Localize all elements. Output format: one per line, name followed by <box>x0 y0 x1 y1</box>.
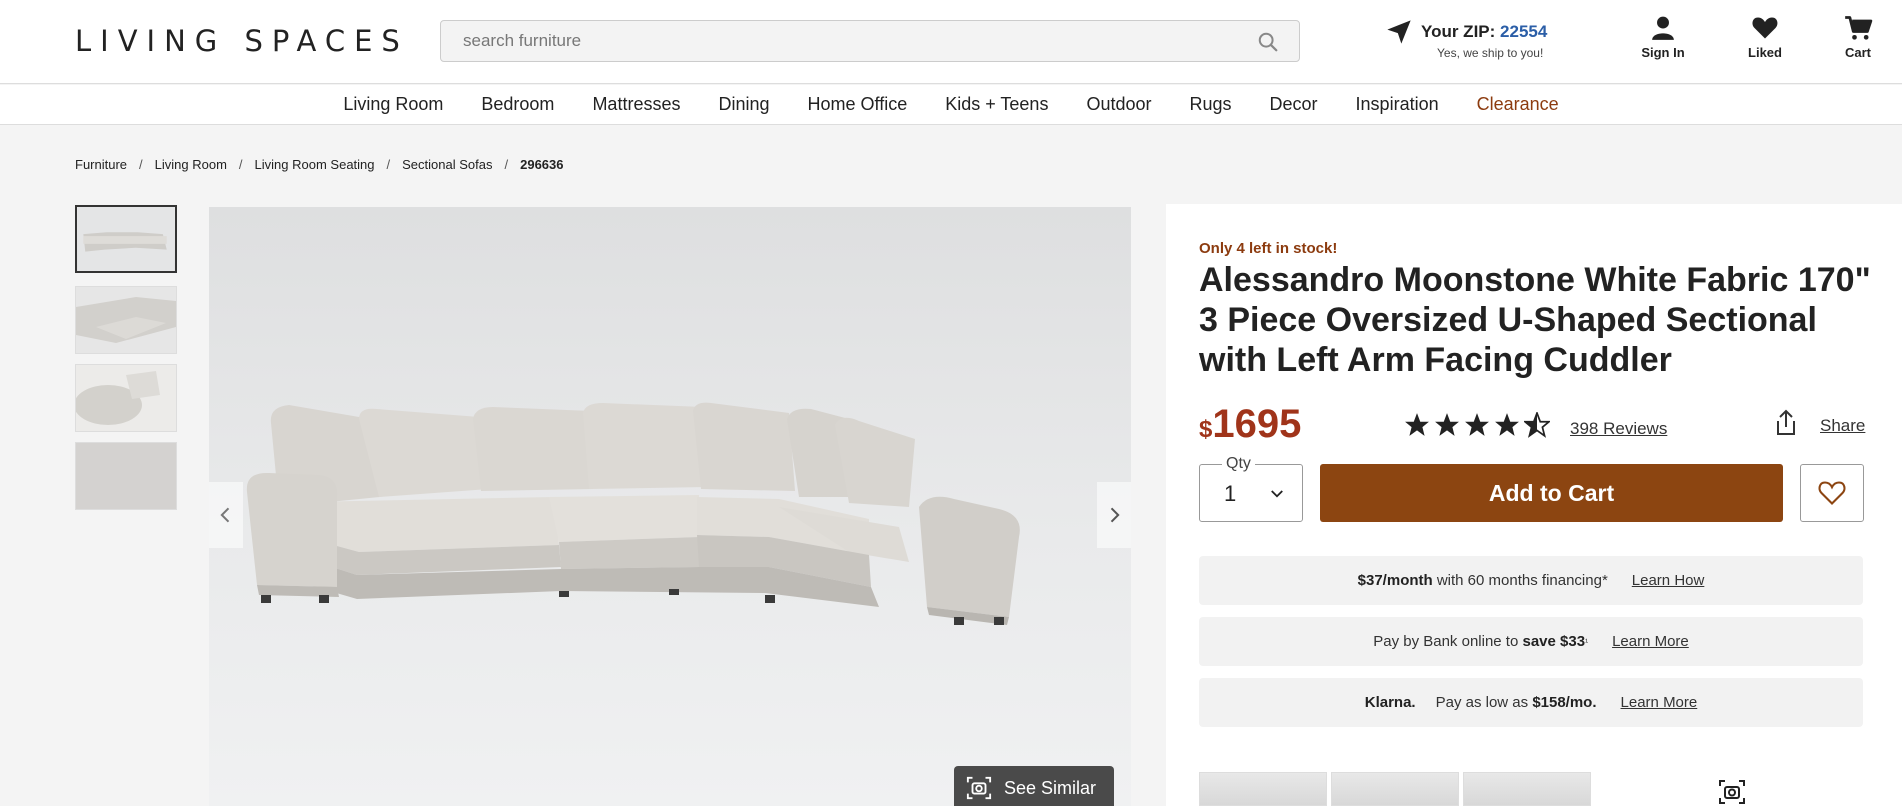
search-icon[interactable] <box>1257 31 1279 53</box>
price-currency: $ <box>1199 416 1213 443</box>
see-similar-button[interactable]: See Similar <box>954 766 1114 806</box>
breadcrumb-furniture[interactable]: Furniture <box>75 157 127 172</box>
breadcrumb-living-room-seating[interactable]: Living Room Seating <box>255 157 375 172</box>
cart-button[interactable]: Cart <box>1836 14 1880 66</box>
klarna-text: Pay as low as <box>1435 694 1529 711</box>
arm-detail-thumbnail-image <box>76 365 176 431</box>
related-image-3[interactable] <box>1463 772 1591 806</box>
financing-klarna: Klarna. Pay as low as $158/mo. Learn Mor… <box>1199 678 1863 727</box>
klarna-logo: Klarna. <box>1364 694 1416 711</box>
search-bar <box>440 20 1300 62</box>
quantity-select[interactable]: Qty 1 <box>1199 455 1303 522</box>
main-product-image[interactable]: See Similar <box>209 207 1131 806</box>
chevron-down-icon <box>1271 490 1283 498</box>
nav-item-outdoor[interactable]: Outdoor <box>1086 94 1151 115</box>
add-to-cart-button[interactable]: Add to Cart <box>1320 464 1783 522</box>
cart-label: Cart <box>1844 45 1871 60</box>
star-icon <box>1435 413 1459 436</box>
user-icon <box>1652 16 1674 40</box>
product-title: Alessandro Moonstone White Fabric 170" 3… <box>1199 261 1871 379</box>
site-header: LIVING SPACES Your ZIP: 22554 Yes, we sh… <box>0 0 1902 84</box>
add-to-wishlist-button[interactable] <box>1800 464 1864 522</box>
nav-item-home-office[interactable]: Home Office <box>808 94 908 115</box>
product-info-panel: Only 4 left in stock! Alessandro Moonsto… <box>1166 204 1902 806</box>
zip-subtext: Yes, we ship to you! <box>1437 46 1544 60</box>
nav-item-kids-teens[interactable]: Kids + Teens <box>945 94 1048 115</box>
monthly-text: with 60 months financing* <box>1436 572 1608 589</box>
thumbnail-1[interactable] <box>75 205 177 273</box>
star-icon <box>1405 413 1429 436</box>
reviews-link[interactable]: 398 Reviews <box>1570 419 1667 439</box>
thumbnail-4[interactable] <box>75 442 177 510</box>
zip-label: Your ZIP: 22554 <box>1421 22 1548 41</box>
financing-bank: Pay by Bank online to save $33 ¹ Learn Mo… <box>1199 617 1863 666</box>
star-half-icon <box>1524 412 1550 438</box>
related-image-1[interactable] <box>1199 772 1327 806</box>
price-amount: 1695 <box>1212 402 1302 446</box>
breadcrumb-separator: / <box>238 157 243 172</box>
camera-scan-icon[interactable] <box>1718 778 1746 806</box>
breadcrumb-separator: / <box>386 157 391 172</box>
liked-button[interactable]: Liked <box>1740 14 1790 66</box>
star-icon <box>1495 413 1519 436</box>
nav-item-rugs[interactable]: Rugs <box>1190 94 1232 115</box>
stock-notice: Only 4 left in stock! <box>1199 240 1338 257</box>
main-nav: Living Room Bedroom Mattresses Dining Ho… <box>0 85 1902 125</box>
breadcrumb-living-room[interactable]: Living Room <box>155 157 227 172</box>
sign-in-label: Sign In <box>1641 45 1685 60</box>
see-similar-label: See Similar <box>1004 777 1097 798</box>
prev-image-button[interactable] <box>209 482 243 548</box>
learn-how-link[interactable]: Learn How <box>1632 572 1705 589</box>
financing-monthly: $37/month with 60 months financing* Lear… <box>1199 556 1863 605</box>
nav-item-inspiration[interactable]: Inspiration <box>1356 94 1439 115</box>
product-price: $1695 <box>1199 402 1301 447</box>
location-arrow-icon <box>1387 20 1411 44</box>
thumbnail-3[interactable] <box>75 364 177 432</box>
share-link[interactable]: Share <box>1820 416 1865 436</box>
breadcrumb-current: 296636 <box>520 157 564 172</box>
breadcrumb: Furniture / Living Room / Living Room Se… <box>75 157 564 172</box>
bank-text: Pay by Bank online to <box>1373 633 1519 650</box>
monthly-amount: $37/month <box>1357 572 1433 589</box>
nav-item-decor[interactable]: Decor <box>1270 94 1318 115</box>
nav-item-living-room[interactable]: Living Room <box>343 94 443 115</box>
nav-item-dining[interactable]: Dining <box>718 94 769 115</box>
chevron-left-icon <box>220 507 230 523</box>
thumbnail-2[interactable] <box>75 286 177 354</box>
nav-item-mattresses[interactable]: Mattresses <box>592 94 680 115</box>
nav-item-clearance[interactable]: Clearance <box>1477 94 1559 115</box>
related-image-2[interactable] <box>1331 772 1459 806</box>
heart-outline-icon <box>1818 481 1846 505</box>
breadcrumb-sectional-sofas[interactable]: Sectional Sofas <box>402 157 492 172</box>
qty-value: 1 <box>1224 481 1237 506</box>
share-icon[interactable] <box>1774 409 1798 437</box>
site-logo[interactable]: LIVING SPACES <box>75 24 409 58</box>
fabric-swatch-thumbnail-image <box>76 443 176 509</box>
heart-icon <box>1752 17 1778 39</box>
sectional-thumbnail-image <box>77 207 175 271</box>
search-input[interactable] <box>441 21 1299 61</box>
rating-stars[interactable] <box>1404 412 1550 438</box>
breadcrumb-separator: / <box>139 157 143 172</box>
klarna-learn-more-link[interactable]: Learn More <box>1621 694 1698 711</box>
bank-savings: save $33 <box>1522 633 1586 650</box>
sign-in-button[interactable]: Sign In <box>1632 14 1694 66</box>
breadcrumb-separator: / <box>504 157 509 172</box>
liked-label: Liked <box>1748 45 1782 60</box>
cart-icon <box>1845 16 1873 40</box>
zip-value: 22554 <box>1500 22 1548 41</box>
sectional-sofa-image <box>246 402 1020 625</box>
next-image-button[interactable] <box>1097 482 1131 548</box>
chevron-right-icon <box>1110 507 1120 523</box>
camera-scan-icon <box>966 776 992 800</box>
bank-learn-more-link[interactable]: Learn More <box>1612 633 1689 650</box>
nav-item-bedroom[interactable]: Bedroom <box>481 94 554 115</box>
bank-footnote: ¹ <box>1585 636 1589 647</box>
qty-label: Qty <box>1222 455 1255 473</box>
klarna-amount: $158/mo. <box>1532 694 1597 711</box>
sectional-angle-thumbnail-image <box>76 287 176 353</box>
star-icon <box>1465 413 1489 436</box>
zip-selector[interactable]: Your ZIP: 22554 Yes, we ship to you! <box>1385 18 1560 64</box>
